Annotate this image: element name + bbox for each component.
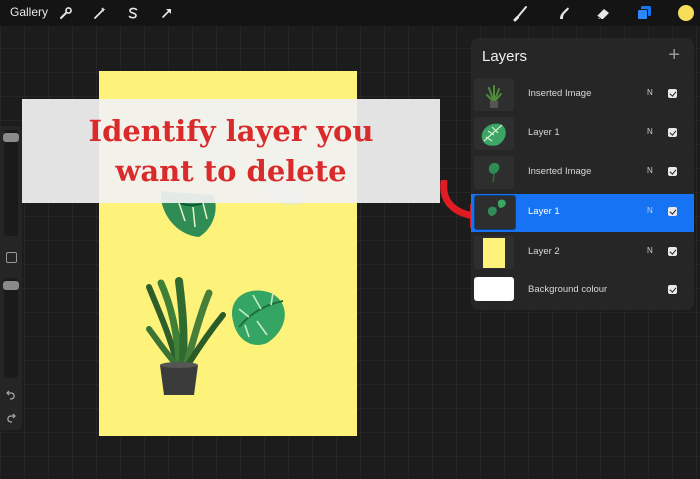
layer-thumbnail: [474, 156, 514, 189]
layer-name: Inserted Image: [528, 88, 592, 99]
brush-size-thumb[interactable]: [3, 133, 19, 142]
transform-arrow-icon[interactable]: [157, 3, 177, 23]
opacity-slider[interactable]: [4, 278, 18, 378]
layers-icon[interactable]: [634, 3, 654, 23]
gallery-button[interactable]: Gallery: [10, 5, 48, 19]
layer-thumbnail: [474, 78, 514, 111]
blend-mode-button[interactable]: N: [647, 206, 653, 215]
yellow-fill-thumbnail: [483, 237, 505, 268]
brush-icon[interactable]: [512, 3, 532, 23]
top-toolbar: Gallery: [0, 0, 700, 26]
color-picker-swatch[interactable]: [678, 5, 694, 21]
layer-name: Background colour: [528, 284, 608, 295]
layer-row[interactable]: Layer 2 N: [471, 234, 694, 272]
eraser-icon[interactable]: [593, 3, 613, 23]
layer-name: Layer 1: [528, 127, 560, 138]
background-color-thumbnail: [474, 277, 514, 301]
layer-row[interactable]: Layer 1 N: [471, 115, 694, 153]
visibility-checkbox[interactable]: [668, 167, 677, 176]
magic-wand-icon[interactable]: [90, 3, 110, 23]
selection-icon[interactable]: [123, 3, 143, 23]
layer-name: Inserted Image: [528, 166, 592, 177]
instruction-banner: Identify layer you want to delete: [22, 99, 440, 203]
blend-mode-button[interactable]: N: [647, 246, 653, 255]
visibility-checkbox[interactable]: [668, 207, 677, 216]
visibility-checkbox[interactable]: [668, 128, 677, 137]
layer-row-selected[interactable]: Layer 1 N: [471, 194, 694, 232]
blend-mode-button[interactable]: N: [647, 88, 653, 97]
opacity-thumb[interactable]: [3, 281, 19, 290]
layer-name: Layer 2: [528, 246, 560, 257]
instruction-line-1: Identify layer you: [88, 114, 374, 148]
monstera-leaf-right: [231, 290, 285, 345]
smudge-icon[interactable]: [553, 3, 573, 23]
instruction-line-2: want to delete: [115, 154, 347, 188]
modify-button[interactable]: [6, 252, 17, 263]
layer-row[interactable]: Inserted Image N: [471, 154, 694, 192]
layer-thumbnail: [474, 117, 514, 150]
layers-panel-title: Layers: [482, 48, 528, 65]
undo-icon[interactable]: [5, 389, 17, 401]
layers-panel: Layers + Inserted Image N Layer 1 N Inse…: [471, 38, 694, 310]
visibility-checkbox[interactable]: [668, 285, 677, 294]
visibility-checkbox[interactable]: [668, 247, 677, 256]
layer-thumbnail: [474, 236, 514, 269]
blend-mode-button[interactable]: N: [647, 166, 653, 175]
layer-name: Layer 1: [528, 206, 560, 217]
redo-icon[interactable]: [5, 412, 17, 424]
left-sidebar: [0, 126, 22, 430]
visibility-checkbox[interactable]: [668, 89, 677, 98]
layer-thumbnail: [474, 195, 516, 230]
brush-size-slider[interactable]: [4, 130, 18, 236]
add-layer-button[interactable]: +: [668, 44, 680, 67]
blend-mode-button[interactable]: N: [647, 127, 653, 136]
snake-plant: [146, 277, 226, 395]
instruction-text: Identify layer you want to delete: [89, 111, 374, 191]
wrench-icon[interactable]: [56, 3, 76, 23]
layer-row[interactable]: Inserted Image N: [471, 76, 694, 114]
layer-row-background[interactable]: Background colour: [471, 272, 694, 310]
